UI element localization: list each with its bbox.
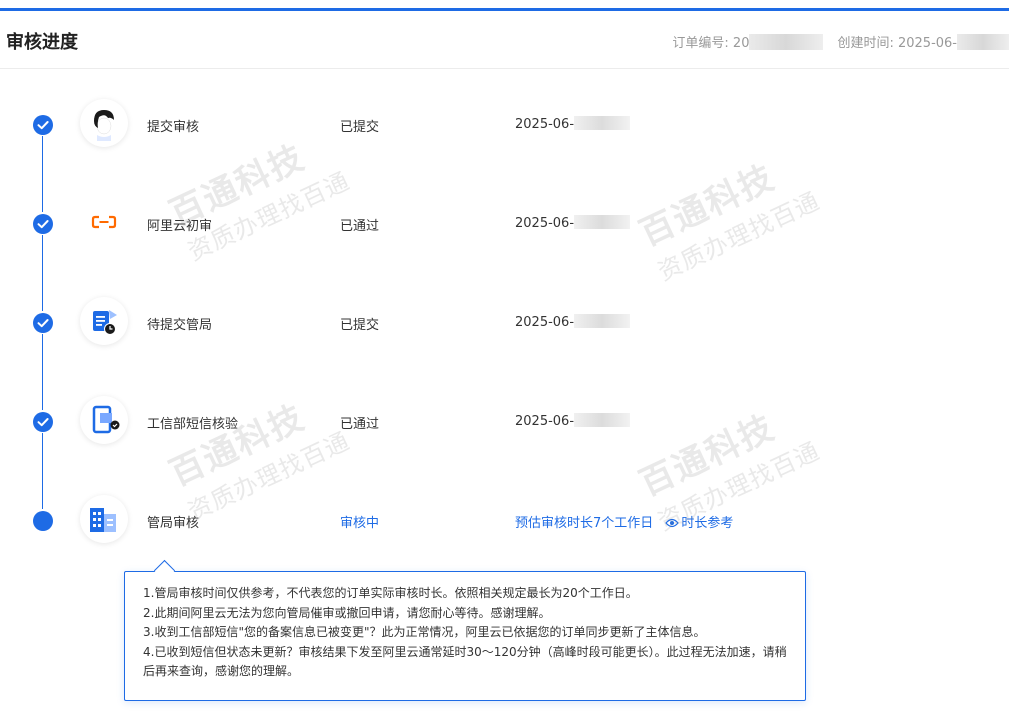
created-time-label: 创建时间: 2025-06- (837, 36, 957, 51)
step-status: 已通过 (340, 417, 380, 432)
aliyun-logo-icon (80, 198, 128, 246)
watermark: 百通科技 资质办理找百通 (163, 137, 355, 267)
step-done-check-icon (33, 313, 53, 333)
step-status: 已提交 (340, 120, 380, 135)
created-time-redacted (957, 34, 1009, 50)
page-title: 审核进度 (6, 32, 78, 53)
step-time: 2025-06- (515, 215, 631, 231)
step-status: 已提交 (340, 318, 380, 333)
step-name: 管局审核 (147, 516, 200, 531)
time-redacted (574, 413, 631, 427)
order-number-redacted (749, 34, 824, 50)
tooltip-note: 4.已收到短信但状态未更新？审核结果下发至阿里云通常延时30～120分钟（高峰时… (143, 644, 787, 679)
timeline-connector (42, 433, 43, 509)
eye-icon (665, 518, 680, 528)
time-redacted (574, 116, 631, 130)
step-done-check-icon (33, 214, 53, 234)
time-redacted (574, 314, 631, 328)
time-redacted (574, 215, 631, 229)
tooltip-note: 3.收到工信部短信"您的备案信息已被变更"？此为正常情况，阿里云已依据您的订单同… (143, 625, 706, 639)
step-status: 已通过 (340, 219, 380, 234)
step-time: 2025-06- (515, 314, 631, 330)
order-meta: 订单编号: 20 创建时间: 2025-06- (672, 32, 1009, 51)
phone-check-icon (80, 396, 128, 444)
timeline-connector (42, 136, 43, 212)
document-clock-icon (80, 297, 128, 345)
watermark: 百通科技 资质办理找百通 (633, 157, 825, 287)
step-time: 2025-06- (515, 413, 631, 429)
step-done-check-icon (33, 412, 53, 432)
step-in-progress-icon (33, 511, 53, 531)
step-name: 待提交管局 (147, 318, 213, 333)
page-header: 审核进度 订单编号: 20 创建时间: 2025-06- (0, 11, 1009, 69)
step-name: 阿里云初审 (147, 219, 213, 234)
watermark: 百通科技 资质办理找百通 (163, 397, 355, 527)
order-number-label: 订单编号: 20 (672, 36, 750, 51)
building-icon (80, 495, 128, 543)
estimated-duration: 预估审核时长7个工作日 时长参考 (515, 516, 734, 531)
step-time: 2025-06- (515, 116, 631, 132)
duration-reference-tooltip: 1.管局审核时间仅供参考，不代表您的订单实际审核时长。依照相关规定最长为20个工… (124, 571, 806, 701)
step-done-check-icon (33, 115, 53, 135)
timeline-connector (42, 235, 43, 311)
tooltip-note: 2.此期间阿里云无法为您向管局催审或撤回申请，请您耐心等待。感谢理解。 (143, 605, 551, 620)
step-name: 工信部短信核验 (147, 417, 239, 432)
person-icon (80, 99, 128, 147)
tooltip-note: 1.管局审核时间仅供参考，不代表您的订单实际审核时长。依照相关规定最长为20个工… (143, 586, 638, 600)
timeline-connector (42, 334, 43, 410)
step-status: 审核中 (340, 516, 380, 531)
step-name: 提交审核 (147, 120, 200, 135)
duration-reference-link[interactable]: 时长参考 (665, 516, 733, 531)
